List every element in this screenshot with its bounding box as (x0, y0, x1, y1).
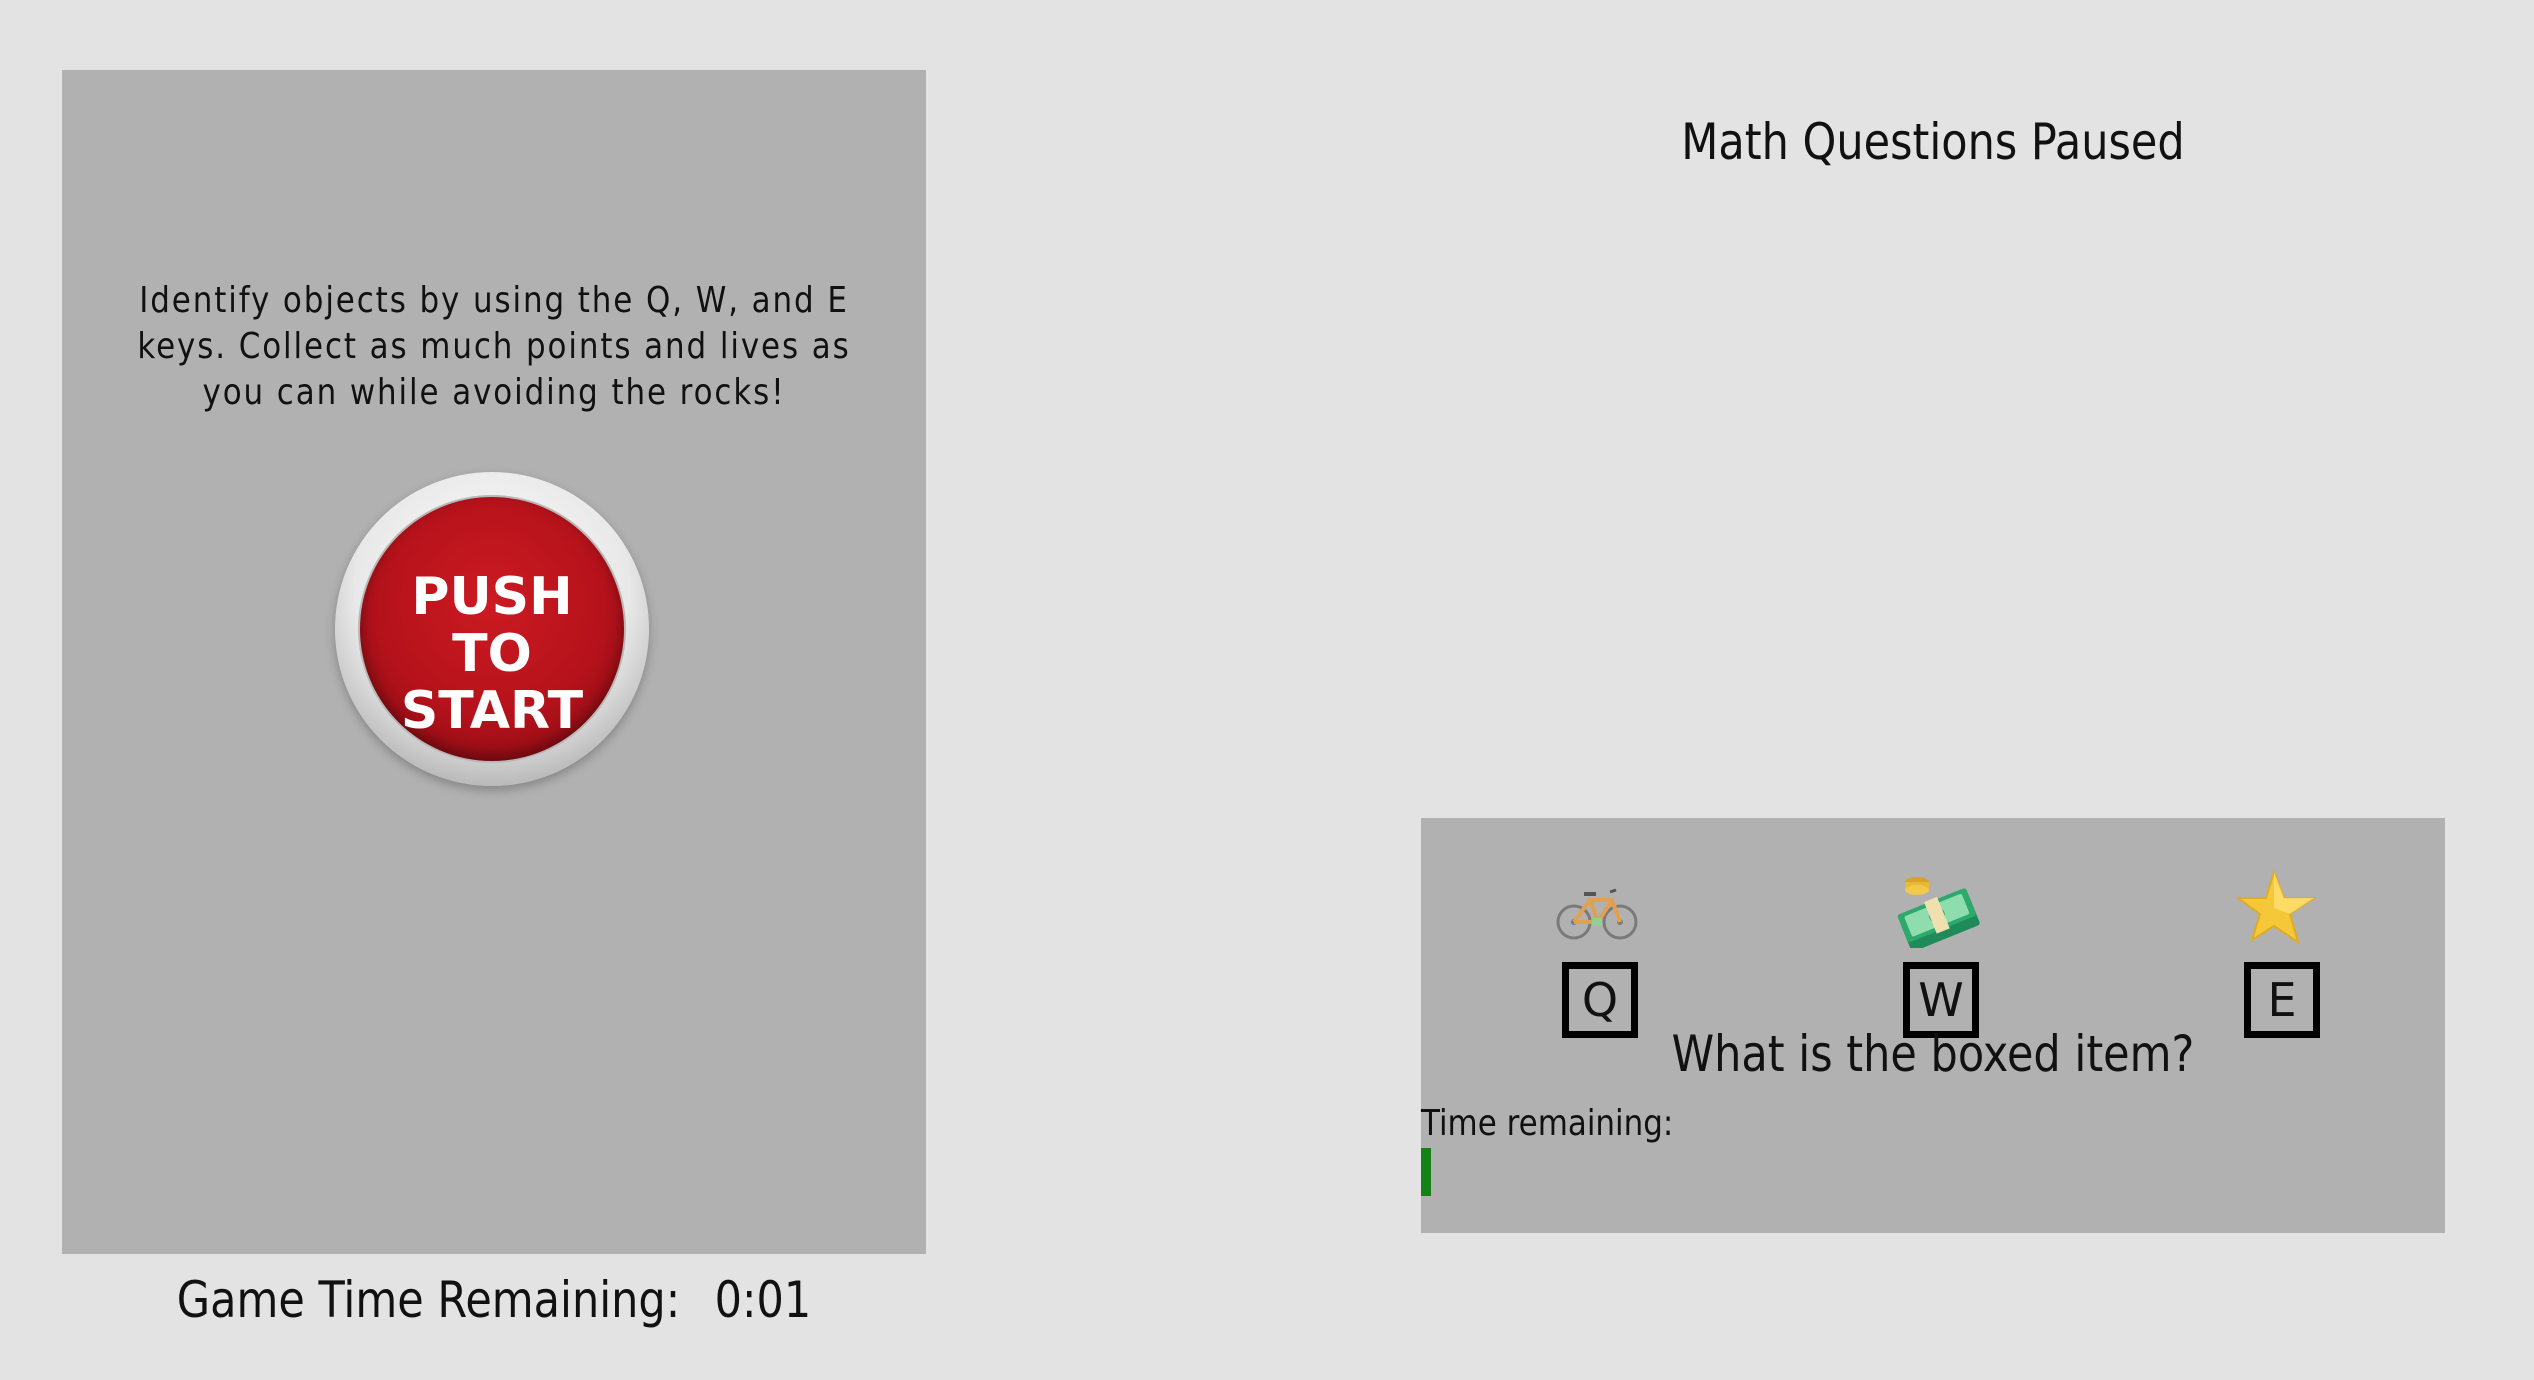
question-time-label: Time remaining: (1421, 1103, 1674, 1144)
question-time-bar-fill (1421, 1148, 1431, 1196)
question-time-bar (1421, 1148, 2445, 1196)
money-icon (1897, 877, 1980, 948)
push-to-start-button[interactable]: PUSH TO START (335, 472, 649, 786)
game-panel[interactable]: Identify objects by using the Q, W, and … (62, 70, 926, 1254)
question-prompt: What is the boxed item? (1671, 1025, 2195, 1083)
star-icon (2234, 868, 2318, 945)
option-q[interactable]: Q (1552, 868, 1642, 1038)
option-e[interactable]: E (2234, 868, 2324, 1038)
math-status-title: Math Questions Paused (1681, 113, 2185, 171)
game-time-remaining: Game Time Remaining: 0:01 (122, 1268, 865, 1332)
bicycle-icon (1556, 888, 1638, 940)
game-time-label: Game Time Remaining: (176, 1271, 681, 1329)
instructions-text: Identify objects by using the Q, W, and … (137, 280, 851, 413)
start-button-label: PUSH TO START (400, 567, 584, 741)
option-w[interactable]: W (1893, 868, 1983, 1038)
start-button-core[interactable]: PUSH TO START (360, 497, 624, 761)
question-panel: Q W E What is the boxed item? Time remai… (1421, 818, 2445, 1233)
game-time-value: 0:01 (714, 1271, 812, 1329)
